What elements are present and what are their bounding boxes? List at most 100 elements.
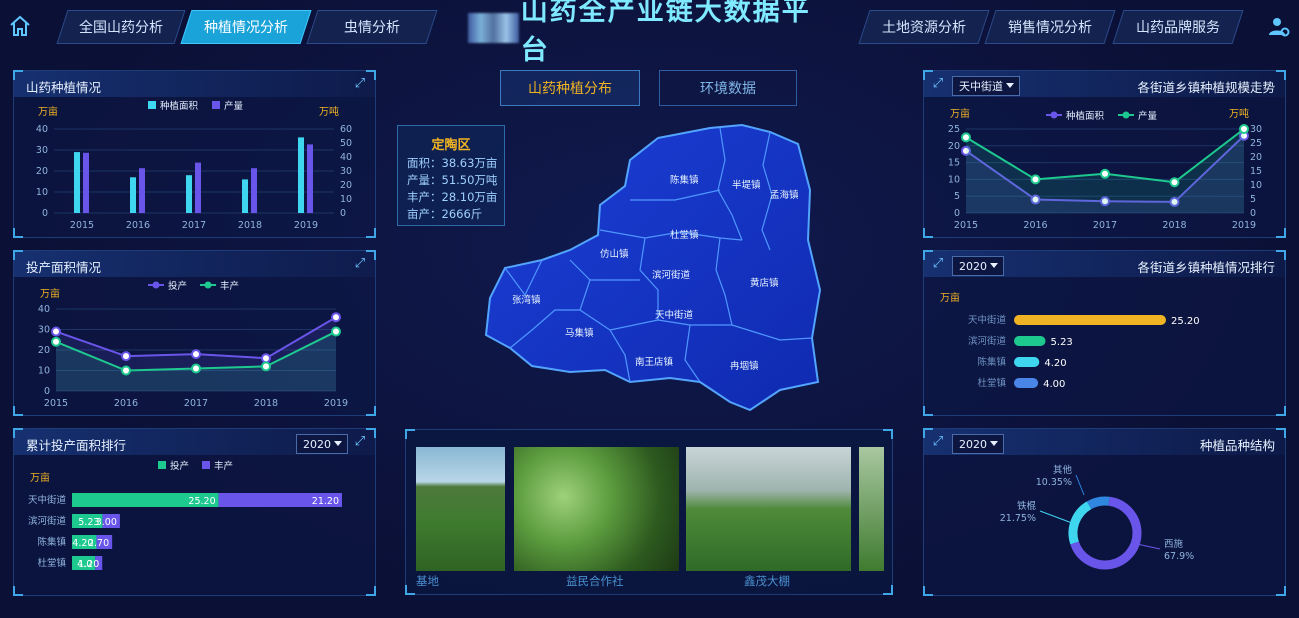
photo-gallery: 基地 益民合作社 鑫茂大棚 (405, 429, 893, 595)
category-label: 滨河街道 (968, 335, 1007, 347)
panel-trend: ⤢ 天中街道 各街道乡镇种植规模走势 万亩 万吨 种植面积 产量 0 5 10 15 20 25 0… (923, 70, 1286, 238)
select-value: 2020 (959, 259, 987, 273)
chevron-down-icon (990, 263, 998, 268)
legend-marker (202, 461, 210, 469)
legend-label: 丰产 (214, 460, 233, 472)
x-tick-label: 2018 (238, 220, 262, 231)
series-point (191, 349, 201, 360)
nav-sales-analysis[interactable]: 销售情况分析 (984, 10, 1116, 44)
photo-cooperative[interactable] (514, 447, 679, 571)
bar-label: 25.20 (188, 496, 215, 507)
legend-marker (158, 461, 166, 469)
y-tick-label: 25 (948, 124, 960, 135)
expand-icon[interactable]: ⤢ (931, 257, 945, 271)
nav-national-analysis[interactable]: 全国山药分析 (56, 10, 186, 44)
corner-decoration (1276, 428, 1286, 438)
bar-town (1014, 378, 1039, 388)
bar-label: 5.23 (1051, 337, 1073, 348)
bar-planting-area (298, 137, 304, 213)
ranking-bar-chart: 万亩投产 丰产天中街道 25.20 21.20滨河街道 5.233.00陈集镇 4.202… (28, 460, 342, 570)
expand-icon[interactable]: ⤢ (353, 435, 367, 449)
bar-output (139, 168, 145, 213)
bar-output (307, 144, 313, 213)
nav-label: 土地资源分析 (882, 20, 966, 36)
nav-land-resource[interactable]: 土地资源分析 (858, 10, 990, 44)
bar-town (1014, 357, 1040, 367)
x-tick-label: 2016 (114, 398, 138, 409)
photo-greenhouse[interactable] (686, 447, 851, 571)
category-label: 天中街道 (968, 314, 1007, 326)
panel-variety: ⤢ 2020 种植品种结构 西施 67.9% 铁棍 21.75% 其他 10.35% (923, 428, 1286, 596)
bar-town (1014, 315, 1166, 325)
y-tick-label-right: 25 (1250, 138, 1262, 149)
logo-image (468, 13, 519, 43)
tab-distribution[interactable]: 山药种植分布 (500, 70, 640, 106)
donut-slice (1086, 496, 1110, 510)
map-label-town: 杜堂镇 (670, 229, 699, 241)
corner-decoration (366, 428, 376, 438)
corner-decoration (366, 70, 376, 80)
corner-decoration (13, 70, 23, 80)
axis-unit-right: 万吨 (319, 105, 339, 118)
corner-decoration (13, 428, 23, 438)
x-tick-label: 2015 (70, 220, 94, 231)
panel-planting: 山药种植情况 ⤢ 万亩 万吨 种植面积 产量 0 10 20 30 40 0 10 20 30 40 50 6… (13, 70, 376, 238)
legend-label: 丰产 (220, 280, 239, 292)
legend-label: 投产 (170, 460, 189, 472)
y-tick-label-right: 5 (1250, 194, 1256, 205)
map-label-town: 南王店镇 (635, 356, 674, 368)
category-label: 陈集镇 (977, 356, 1006, 368)
slice-value: 21.75% (1000, 513, 1036, 524)
y-tick-label: 10 (38, 366, 50, 377)
series-point (191, 363, 201, 374)
photo-caption: 益民合作社 (566, 574, 624, 588)
nav-brand-service[interactable]: 山药品牌服务 (1112, 10, 1244, 44)
x-tick-label: 2016 (126, 220, 150, 231)
nav-pest-analysis[interactable]: 虫情分析 (306, 10, 438, 44)
map-label-town: 马集镇 (565, 327, 594, 339)
photo-base[interactable] (416, 447, 505, 571)
expand-icon[interactable]: ⤢ (353, 257, 367, 271)
expand-icon[interactable]: ⤢ (353, 77, 367, 91)
bar-planting-area (186, 175, 192, 213)
nav-planting-analysis[interactable]: 种植情况分析 (180, 10, 312, 44)
category-label: 天中街道 (28, 494, 67, 506)
y-tick-label: 0 (954, 208, 960, 219)
y-tick-label: 10 (948, 174, 960, 185)
series-point (1169, 177, 1180, 188)
y-tick-label-right: 20 (340, 180, 352, 191)
corner-decoration (13, 250, 23, 260)
chevron-down-icon (990, 441, 998, 446)
y-tick-label-right: 0 (340, 208, 346, 219)
bar-label: 1.20 (78, 559, 99, 570)
axis-unit-left: 万亩 (950, 107, 970, 120)
slice-value: 67.9% (1164, 551, 1194, 562)
slice-value: 10.35% (1036, 477, 1072, 488)
nav-label: 山药品牌服务 (1136, 20, 1220, 36)
home-icon[interactable] (8, 14, 32, 38)
legend-marker (1050, 111, 1058, 119)
x-tick-label: 2019 (1232, 220, 1256, 231)
y-tick-label-right: 30 (1250, 124, 1262, 135)
expand-icon[interactable]: ⤢ (931, 77, 945, 91)
map-label-town: 张湾镇 (512, 294, 541, 306)
user-settings-icon[interactable] (1268, 16, 1290, 38)
corner-decoration (883, 585, 893, 595)
bar-output (195, 162, 201, 213)
expand-icon[interactable]: ⤢ (931, 435, 945, 449)
legend-label: 种植面积 (160, 100, 199, 112)
corner-decoration (366, 250, 376, 260)
category-label: 杜堂镇 (977, 377, 1006, 389)
series-point (1030, 174, 1041, 185)
series-point (331, 326, 341, 337)
bar-town (1014, 336, 1046, 346)
nav-label: 种植情况分析 (204, 20, 288, 36)
tab-environment[interactable]: 环境数据 (659, 70, 797, 106)
legend-marker (212, 101, 220, 109)
photo-next[interactable] (859, 447, 884, 571)
y-tick-label-right: 10 (1250, 180, 1262, 191)
district-map[interactable]: 陈集镇 半堤镇 孟海镇 仿山镇 杜堂镇 滨河街道 张湾镇 黄店镇 天中街道 马集… (480, 120, 825, 415)
bar-label: 4.00 (1043, 379, 1065, 390)
y-tick-label: 15 (948, 158, 960, 169)
y-tick-label-right: 10 (340, 194, 352, 205)
